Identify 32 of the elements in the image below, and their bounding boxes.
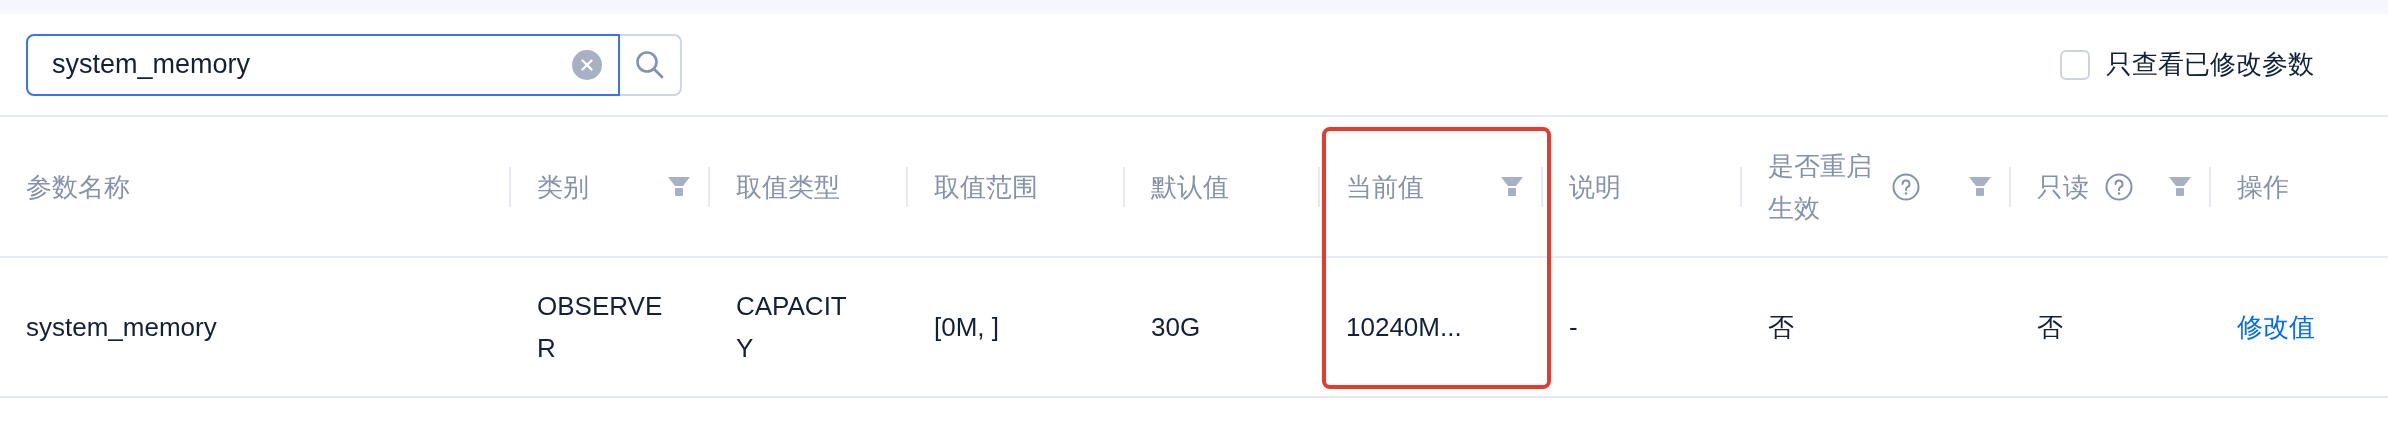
table-cell: 10240M... [1346, 312, 1462, 342]
column-title: 说明 [1569, 170, 1621, 204]
column-title: 类别 [537, 170, 589, 204]
table-cell: 否 [1768, 312, 1794, 342]
column-title: 默认值 [1151, 170, 1229, 204]
column-title: 操作 [2237, 170, 2289, 204]
table-cell: 30G [1151, 312, 1201, 342]
filter-icon[interactable] [1969, 176, 1991, 197]
search-field[interactable]: system_memory [26, 33, 620, 96]
column-title: 当前值 [1346, 170, 1424, 204]
clear-icon[interactable] [572, 49, 602, 80]
table-cell: [0M, ] [934, 312, 999, 342]
edit-value-link[interactable]: 修改值 [2237, 312, 2315, 342]
column-title: 参数名称 [26, 170, 130, 204]
filter-icon[interactable] [2169, 176, 2191, 197]
help-icon[interactable] [2105, 172, 2133, 201]
filter-icon[interactable] [1501, 176, 1523, 197]
table-cell: system_memory [26, 312, 217, 342]
table-cell: OBSERVER [537, 291, 663, 363]
table-cell: - [1569, 312, 1578, 342]
search-button[interactable] [620, 33, 682, 96]
search-icon [634, 48, 666, 81]
help-icon[interactable] [1892, 172, 1920, 201]
filter-icon[interactable] [668, 176, 690, 197]
table-cell: CAPACITY [736, 291, 847, 363]
column-title: 取值范围 [934, 170, 1038, 204]
table-cell: 否 [2037, 312, 2063, 342]
column-title: 只读 [2037, 170, 2089, 204]
column-title: 是否重启生效 [1768, 149, 1873, 225]
column-title: 取值类型 [736, 170, 840, 204]
checkbox[interactable] [2060, 49, 2090, 80]
checkbox-label[interactable]: 只查看已修改参数 [2106, 45, 2314, 84]
